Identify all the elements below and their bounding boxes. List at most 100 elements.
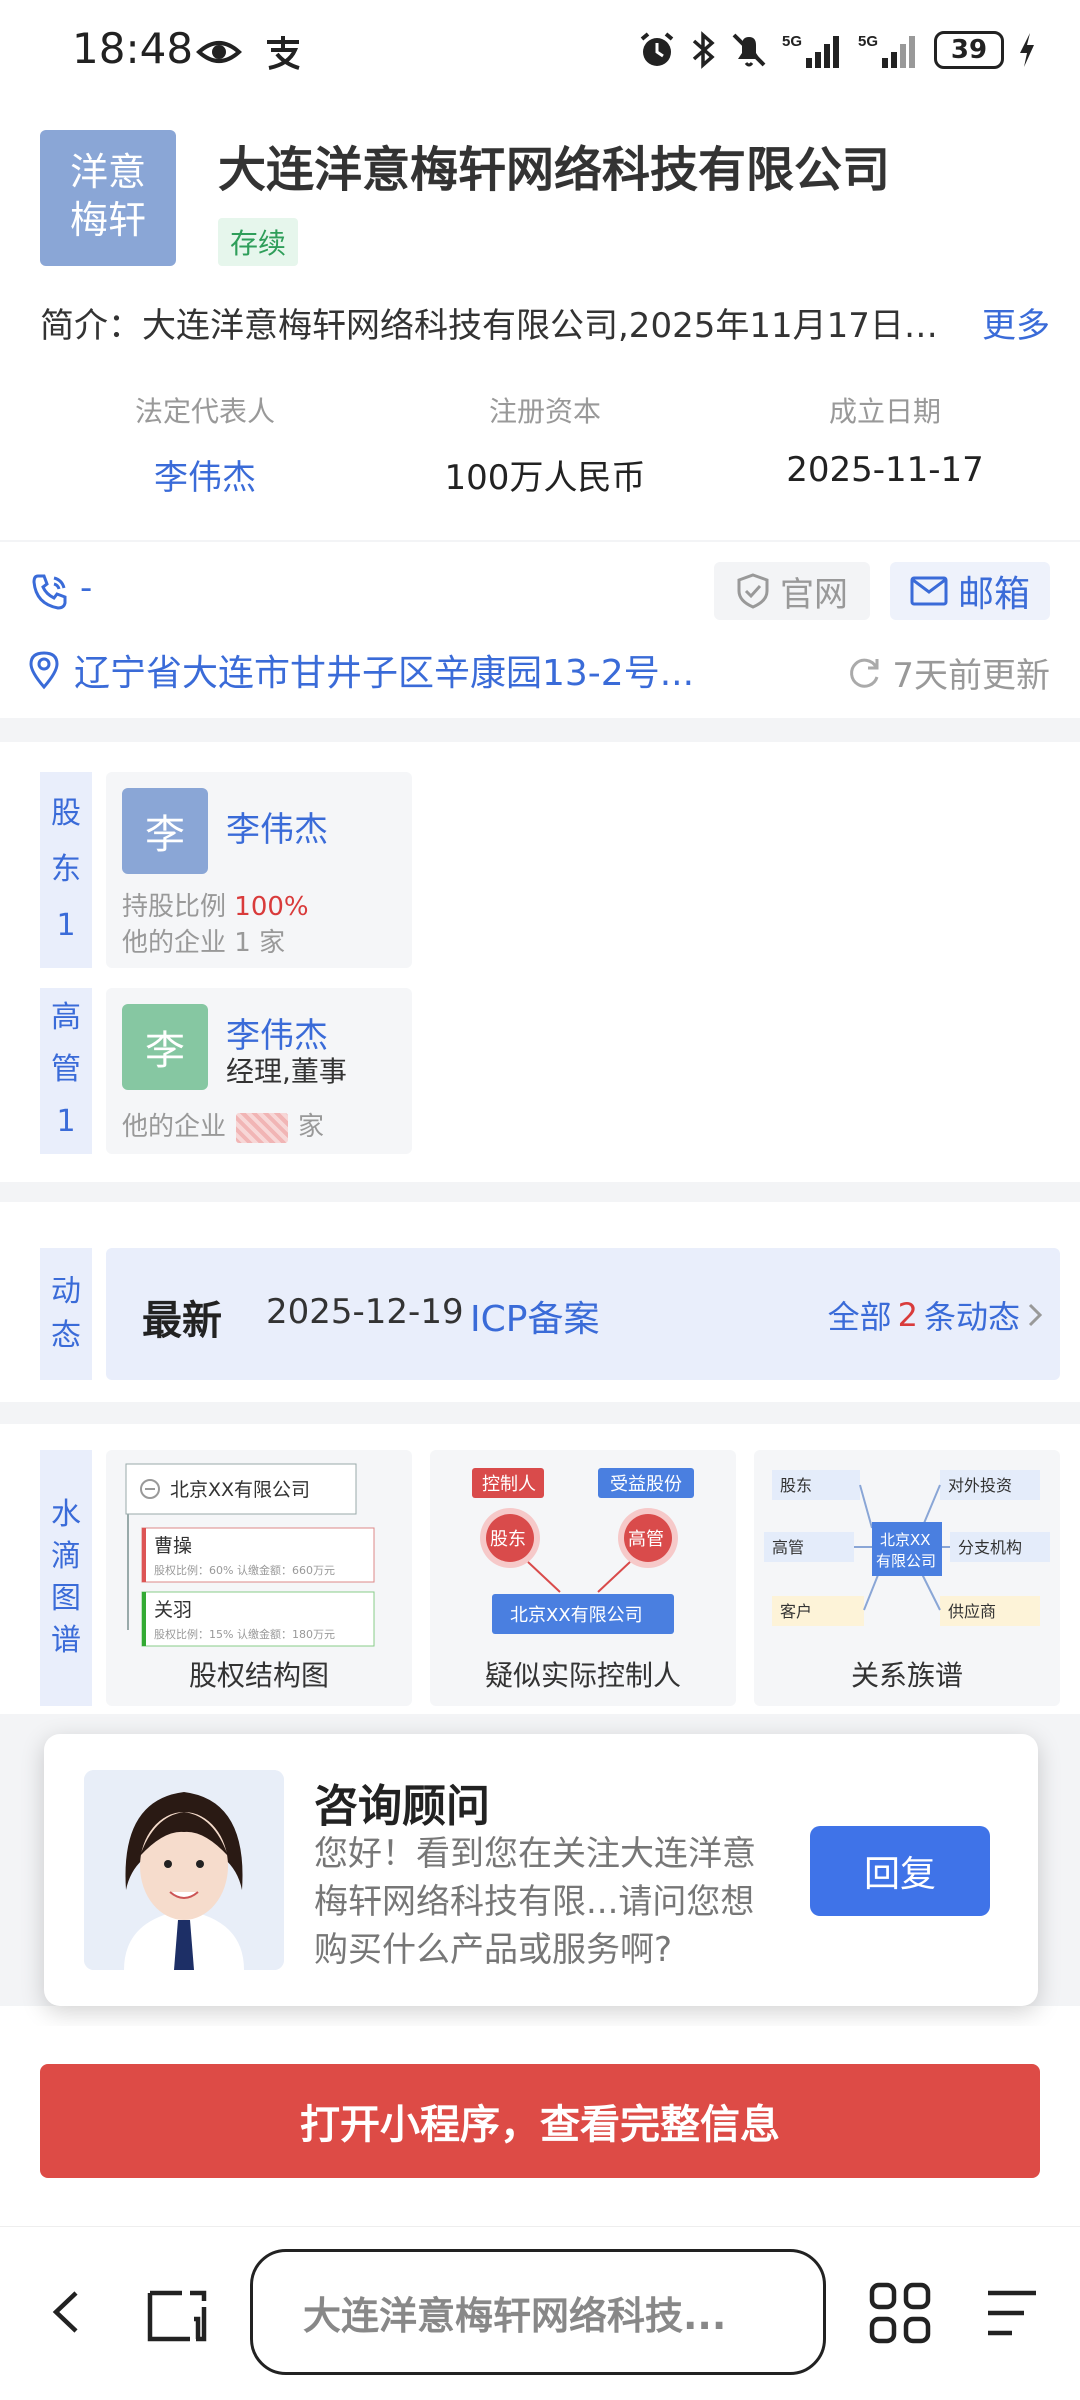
svg-text:5G: 5G [858, 33, 878, 50]
status-left-icons [196, 30, 303, 71]
equity-person-2: 关羽 [154, 1599, 192, 1621]
legal-rep-link[interactable]: 李伟杰 [35, 450, 375, 499]
label-char: 滴 [51, 1539, 81, 1574]
company-name: 大连洋意梅轩网络科技有限公司 [218, 142, 891, 198]
other-companies: 他的企业 家 [122, 1106, 324, 1143]
cta-area: 打开小程序，查看完整信息 [0, 2026, 1080, 2226]
controller-card[interactable]: 控制人 受益股份 股东 高管 北京XX有限公司 疑似实际控制人 [430, 1450, 736, 1706]
mail-icon [910, 576, 948, 606]
all-news-link[interactable]: 全部 2 条动态 [828, 1292, 1044, 1338]
address-bar[interactable]: 大连洋意梅轩网络科技... [250, 2249, 826, 2375]
blurred-count [236, 1112, 289, 1143]
back-icon[interactable] [48, 2287, 84, 2337]
apps-grid-icon[interactable] [868, 2281, 932, 2345]
eye-icon [196, 41, 242, 63]
executive-role: 经理,董事 [226, 1055, 347, 1088]
5g-signal-icon: 5G [782, 33, 839, 68]
executive-card[interactable]: 李 李伟杰 经理,董事 他的企业家 [106, 988, 412, 1154]
label-char: 态 [51, 1318, 81, 1353]
fact-value: 2025-11-17 [786, 450, 984, 490]
intro-label: 简介： [40, 306, 142, 346]
updated-indicator[interactable]: 7天前更新 [846, 648, 1050, 697]
address-text: 辽宁省大连市甘井子区辛康园13-2号... [74, 653, 695, 694]
relation-center-1: 北京XX [880, 1531, 931, 1549]
equity-structure-card[interactable]: 北京XX有限公司 曹操 股权比例：60% 认缴金额：660万元 关羽 股权比例：… [106, 1450, 412, 1706]
graph-caption: 关系族谱 [850, 1659, 963, 1692]
relation-node-2: 对外投资 [948, 1476, 1012, 1495]
relation-node-1: 股东 [780, 1476, 812, 1495]
relation-node-3: 高管 [772, 1538, 804, 1557]
menu-icon[interactable] [984, 2287, 1040, 2339]
more-link[interactable]: 更多 [982, 298, 1050, 347]
chevron-right-icon [1028, 1303, 1043, 1327]
shareholder-name[interactable]: 李伟杰 [226, 802, 328, 851]
logo-text-1: 洋意 [69, 150, 146, 194]
ratio-label: 持股比例 [122, 892, 227, 922]
phone-icon[interactable] [30, 572, 70, 612]
other-label: 他的企业 [122, 1112, 227, 1142]
address-bar-text: 大连洋意梅轩网络科技... [303, 2293, 727, 2338]
news-type[interactable]: ICP备案 [470, 1290, 599, 1342]
executives-label: 高 管 1 [40, 988, 92, 1154]
graphs-label: 水 滴 图 谱 [40, 1450, 92, 1706]
relation-card[interactable]: 股东 对外投资 高管 分支机构 客户 供应商 北京XX 有限公司 关系族谱 [754, 1450, 1060, 1706]
ratio-value: 100% [234, 892, 309, 922]
equity-person-1-detail: 股权比例：60% 认缴金额：660万元 [154, 1563, 335, 1577]
intro-text: 大连洋意梅轩网络科技有限公司,2025年11月17日… [142, 306, 938, 346]
label-char: 1 [56, 1104, 76, 1139]
website-button[interactable]: 官网 [714, 562, 870, 620]
reply-button[interactable]: 回复 [810, 1826, 990, 1916]
fact-legal-rep: 法定代表人 李伟杰 [35, 390, 375, 499]
5g-signal-icon: 5G [858, 33, 915, 68]
open-mini-program-button[interactable]: 打开小程序，查看完整信息 [40, 2064, 1040, 2178]
label-char: 高 [51, 1000, 81, 1035]
controller-tag-1: 控制人 [482, 1474, 536, 1495]
all-prefix: 全部 [827, 1298, 892, 1336]
company-intro[interactable]: 简介：大连洋意梅轩网络科技有限公司,2025年11月17日… 更多 [40, 298, 1050, 347]
logo-text-2: 梅轩 [69, 198, 146, 242]
status-time: 18:48 [72, 24, 194, 73]
email-label: 邮箱 [957, 574, 1030, 615]
fact-label: 成立日期 [828, 395, 941, 428]
phone-value[interactable]: - [80, 568, 92, 608]
news-banner[interactable]: 最新 2025-12-19 ICP备案 全部 2 条动态 [106, 1248, 1060, 1380]
email-button[interactable]: 邮箱 [890, 562, 1050, 620]
page: 18:48 5G 5G 39 洋意 梅轩 大连洋意梅轩网络科技有限公司 存续 简… [0, 0, 1080, 2400]
label-char: 水 [51, 1497, 81, 1532]
graph-caption: 股权结构图 [188, 1659, 329, 1692]
mute-icon [732, 33, 766, 67]
fact-label: 注册资本 [488, 395, 601, 428]
label-char: 谱 [51, 1623, 81, 1658]
shareholder-card[interactable]: 李 李伟杰 持股比例 100% 他的企业 1 家 [106, 772, 412, 968]
status-bar: 18:48 5G 5G 39 [0, 0, 1080, 100]
alipay-icon [267, 36, 301, 70]
charging-icon [1020, 33, 1034, 67]
address-link[interactable]: 辽宁省大连市甘井子区辛康园13-2号... [28, 644, 764, 696]
avatar: 李 [122, 1004, 208, 1090]
other-unit: 家 [259, 928, 286, 958]
label-char: 图 [51, 1581, 81, 1616]
svg-text:5G: 5G [782, 33, 802, 50]
label-char: 股 [51, 796, 81, 831]
alarm-icon [640, 32, 674, 66]
controller-company: 北京XX有限公司 [510, 1605, 643, 1626]
consultant-avatar [84, 1770, 284, 1970]
news-date: 2025-12-19 [266, 1292, 464, 1332]
equity-company: 北京XX有限公司 [170, 1479, 310, 1501]
label-char: 动 [51, 1274, 81, 1309]
all-count: 2 [897, 1296, 918, 1334]
consultant-popup[interactable]: 咨询顾问 您好！看到您在关注大连洋意梅轩网络科技有限...请问您想购买什么产品或… [44, 1734, 1038, 2006]
fact-label: 法定代表人 [134, 395, 275, 428]
other-label: 他的企业 [122, 928, 227, 958]
other-count: 1 [234, 928, 251, 958]
status-right-icons: 5G 5G 39 [638, 26, 1036, 74]
equity-person-1: 曹操 [154, 1535, 192, 1557]
controller-tag-2: 受益股份 [610, 1474, 682, 1495]
news-label: 动 态 [40, 1248, 92, 1380]
consultant-message: 您好！看到您在关注大连洋意梅轩网络科技有限...请问您想购买什么产品或服务啊? [314, 1834, 756, 1970]
refresh-icon [850, 658, 879, 688]
status-badge: 存续 [218, 218, 299, 266]
all-suffix: 条动态 [923, 1298, 1020, 1336]
updated-text: 7天前更新 [892, 656, 1050, 696]
tabs-icon[interactable] [146, 2283, 208, 2345]
